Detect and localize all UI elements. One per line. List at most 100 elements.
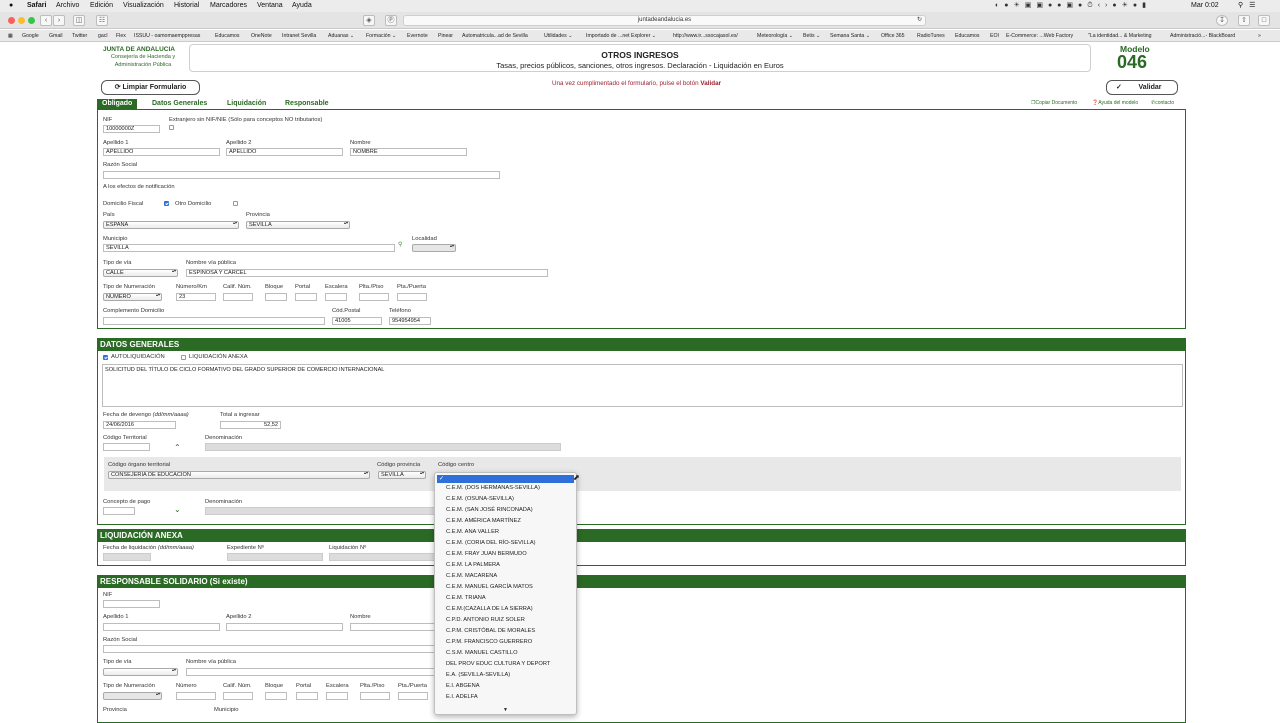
tab-datos-generales[interactable]: Datos Generales (152, 99, 207, 109)
organo-territorial-select[interactable]: CONSEJERIA DE EDUCACIÓN (108, 471, 370, 479)
complemento-input[interactable] (103, 317, 325, 325)
bookmark-item[interactable]: gacl (98, 30, 108, 41)
menu-ayuda[interactable]: Ayuda (292, 0, 312, 12)
bookmark-item[interactable]: ISSUU - oamomaemppresas (134, 30, 200, 41)
bookmark-item[interactable]: EOI (990, 30, 999, 41)
reload-icon[interactable]: ↻ (917, 16, 922, 25)
resp-calif-input[interactable] (223, 692, 253, 700)
tab-liquidacion[interactable]: Liquidación (227, 99, 266, 109)
bookmark-item[interactable]: Pinear (438, 30, 453, 41)
dropdown-option[interactable]: C.P.D. ANTONIO RUIZ SOLER (446, 617, 525, 623)
close-window-icon[interactable] (8, 17, 15, 24)
dropdown-option[interactable]: E.I. ABGENA (446, 683, 480, 689)
menu-app-name[interactable]: Safari (27, 0, 46, 12)
descripcion-textarea[interactable]: SOLICITUD DEL TÍTULO DE CICLO FORMATIVO … (102, 364, 1183, 407)
contact-link[interactable]: ✆contacto (1151, 100, 1174, 106)
forward-icon[interactable]: › (53, 15, 65, 26)
dropdown-option[interactable]: C.E.M. (SAN JOSÉ RINCONADA) (446, 507, 533, 513)
collapse-chevron-icon[interactable]: ⌃ (174, 443, 181, 452)
dropdown-option[interactable]: C.E.M. MANUEL GARCÍA MATOS (446, 584, 533, 590)
dropdown-option[interactable]: DEL PROV EDUC CULTURA Y DEPORT (446, 661, 550, 667)
resp-tipo-num-select[interactable] (103, 692, 162, 700)
resp-bloque-input[interactable] (265, 692, 287, 700)
back-icon[interactable]: ‹ (40, 15, 52, 26)
numero-input[interactable]: 23 (176, 293, 216, 301)
codigo-centro-dropdown[interactable]: ✓ C.E.M. (DOS HERMANAS-SEVILLA) C.E.M. (… (434, 472, 577, 715)
pinterest-icon[interactable]: Ⓟ (385, 15, 397, 26)
resp-nombre-input[interactable] (350, 623, 435, 631)
calif-num-input[interactable] (223, 293, 253, 301)
liquidacion-anexa-checkbox[interactable] (181, 355, 186, 360)
dropdown-option[interactable]: C.E.M. ANA VALLER (446, 529, 499, 535)
dropdown-option[interactable]: C.E.M. AMÉRICA MARTÍNEZ (446, 518, 521, 524)
menu-marcadores[interactable]: Marcadores (210, 0, 247, 12)
apple-icon[interactable]: ● (9, 0, 13, 12)
resp-nombre-via-input[interactable] (186, 668, 435, 676)
status-icons[interactable]: ◐●☀▣▣●●▣●⏱‹›●☀●▮ (995, 0, 1151, 12)
bookmark-item[interactable]: http://www.ir...ssocajasol.es/ (673, 30, 738, 41)
resp-numero-input[interactable] (176, 692, 216, 700)
resp-portal-input[interactable] (296, 692, 318, 700)
bookmark-item[interactable]: Educamos (215, 30, 240, 41)
resp-apellido2-input[interactable] (226, 623, 343, 631)
portal-input[interactable] (295, 293, 317, 301)
menu-archivo[interactable]: Archivo (56, 0, 79, 12)
telefono-input[interactable]: 954954954 (389, 317, 431, 325)
otro-domicilio-checkbox[interactable] (233, 201, 238, 206)
download-icon[interactable]: ↧ (1216, 15, 1228, 26)
bookmark-item[interactable]: Google (22, 30, 39, 41)
dropdown-selected-option[interactable]: ✓ (437, 475, 574, 483)
puerta-input[interactable] (397, 293, 427, 301)
tabs-overview-icon[interactable]: ☷ (96, 15, 108, 26)
validate-button[interactable]: ✓ Validar (1106, 80, 1178, 95)
provincia-select[interactable]: SEVILLA (246, 221, 350, 229)
tab-responsable[interactable]: Responsable (285, 99, 329, 109)
tipo-numeracion-select[interactable]: NÚMERO (103, 293, 162, 301)
apellido2-input[interactable]: APELLIDO (226, 148, 343, 156)
resp-razon-input[interactable] (103, 645, 435, 653)
scroll-down-arrow-icon[interactable]: ▼ (503, 707, 508, 713)
model-help-link[interactable]: ❓Ayuda del modelo (1092, 100, 1138, 106)
extranjero-checkbox[interactable] (169, 125, 174, 130)
resp-tipo-via-select[interactable] (103, 668, 178, 676)
bookmark-item[interactable]: Educamos (955, 30, 980, 41)
bookmark-item[interactable]: Formación ⌄ (366, 30, 396, 41)
bookmark-item[interactable]: Importado de ...net Explorer ⌄ (586, 30, 656, 41)
dropdown-option[interactable]: E.A. (SEVILLA-SEVILLA) (446, 672, 510, 678)
spotlight-icon[interactable]: ⚲☰ (1238, 0, 1261, 12)
dropdown-option[interactable]: C.E.M.(CAZALLA DE LA SIERRA) (446, 606, 533, 612)
search-municipio-icon[interactable]: ⚲ (398, 242, 402, 248)
copy-document-link[interactable]: ❐Copiar Documento (1031, 100, 1077, 106)
dropdown-option[interactable]: C.S.M. MANUEL CASTILLO (446, 650, 518, 656)
minimize-window-icon[interactable] (18, 17, 25, 24)
bookmark-item[interactable]: Automatricula...ad de Sevilla (462, 30, 528, 41)
resp-apellido1-input[interactable] (103, 623, 220, 631)
dropdown-option[interactable]: C.E.M. LA PALMERA (446, 562, 500, 568)
domicilio-fiscal-checkbox[interactable] (164, 201, 169, 206)
pais-select[interactable]: ESPAÑA (103, 221, 239, 229)
razon-social-input[interactable] (103, 171, 500, 179)
bookmark-item[interactable]: Evernote (407, 30, 428, 41)
resp-nif-input[interactable] (103, 600, 160, 608)
zoom-window-icon[interactable] (28, 17, 35, 24)
url-bar[interactable]: juntadeandalucia.es ↻ (403, 15, 926, 26)
bookmark-item[interactable]: Intranet Sevilla (282, 30, 316, 41)
menu-historial[interactable]: Historial (174, 0, 199, 12)
codigo-postal-input[interactable]: 41005 (332, 317, 382, 325)
dropdown-option[interactable]: C.E.M. MACARENA (446, 573, 497, 579)
concepto-pago-input[interactable] (103, 507, 135, 515)
bookmark-item[interactable]: Flex (116, 30, 126, 41)
dropdown-option[interactable]: C.E.M. TRIANA (446, 595, 486, 601)
bookmark-item[interactable]: "La identidad... & Marketing (1088, 30, 1152, 41)
bookmark-item[interactable]: Gmail (49, 30, 63, 41)
bookmark-item[interactable]: Twitter (72, 30, 87, 41)
dropdown-option[interactable]: C.E.M. (DOS HERMANAS-SEVILLA) (446, 485, 540, 491)
bookmark-item[interactable]: Office 365 (881, 30, 905, 41)
bookmark-item[interactable]: Administració...- BlackBoard (1170, 30, 1235, 41)
menu-visualizacion[interactable]: Visualización (123, 0, 164, 12)
bookmark-item[interactable]: Meteorología ⌄ (757, 30, 793, 41)
autoliquidacion-checkbox[interactable] (103, 355, 108, 360)
dropdown-option[interactable]: E.I. ADELFA (446, 694, 478, 700)
dropdown-option[interactable]: C.E.M. (CORIA DEL RÍO-SEVILLA) (446, 540, 536, 546)
resp-escalera-input[interactable] (326, 692, 348, 700)
